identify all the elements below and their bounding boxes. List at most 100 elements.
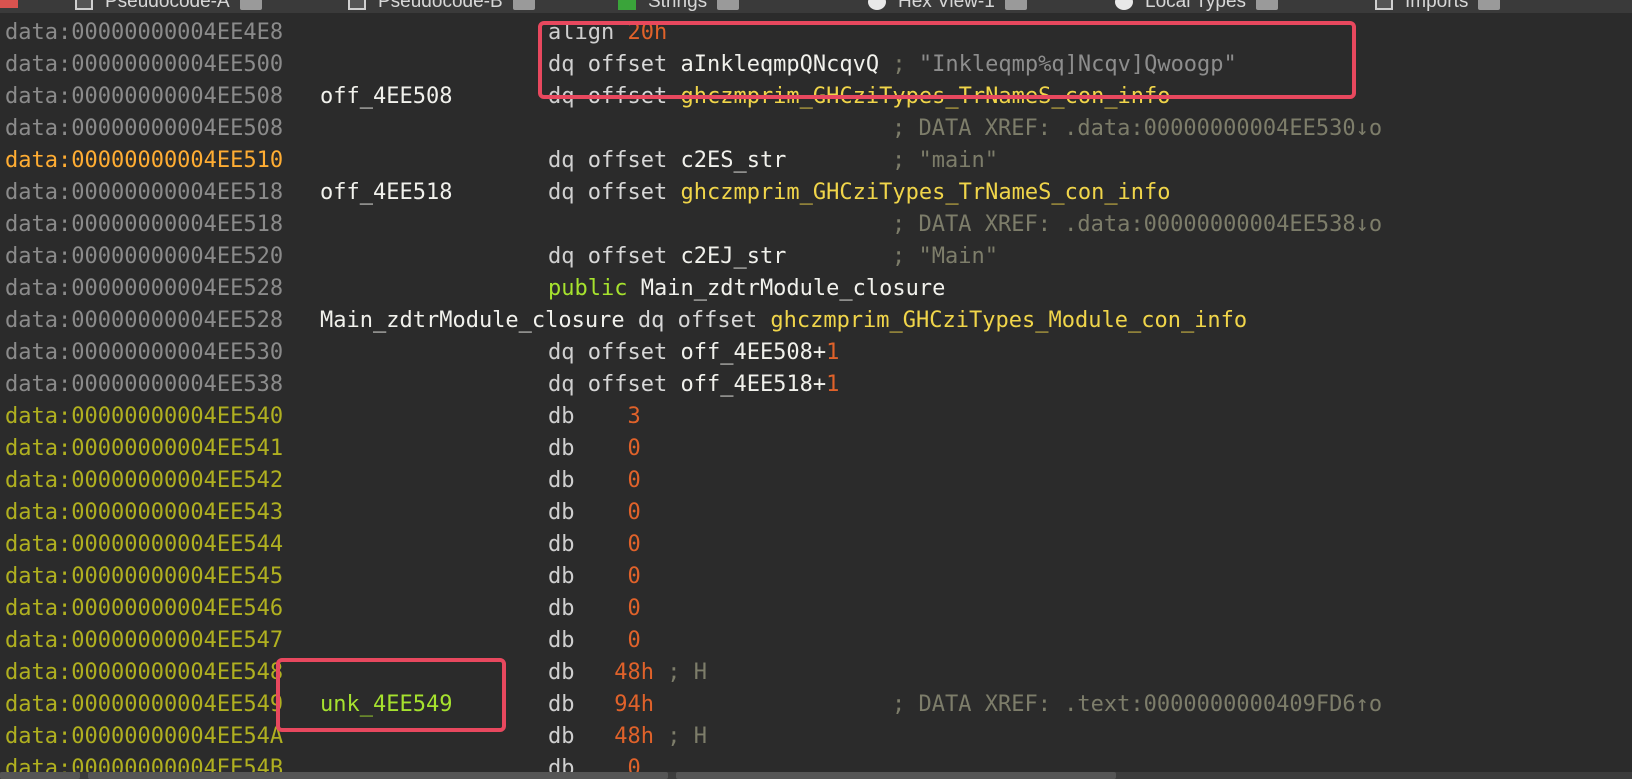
tab-imports[interactable]: Imports bbox=[1375, 0, 1501, 13]
listing-row[interactable]: data:00000000004EE508 off_4EE508 dq offset… bbox=[0, 81, 1632, 113]
close-icon[interactable] bbox=[512, 0, 535, 10]
tab-strings[interactable]: Strings bbox=[618, 0, 740, 13]
operand-part[interactable]: c2ES_str bbox=[680, 148, 786, 173]
address: data:00000000004EE548 bbox=[5, 660, 284, 685]
mnemonic: db bbox=[548, 468, 575, 493]
listing-row[interactable]: data:00000000004EE518 ; DATA XREF: .data:… bbox=[0, 209, 1632, 241]
operand-part[interactable]: + bbox=[813, 340, 826, 365]
instruction: dq offset off_4EE508+1 bbox=[548, 337, 839, 369]
operand-part[interactable]: ghczmprim_GHCziTypes_TrNameS_con_info bbox=[680, 84, 1170, 109]
code-label[interactable]: unk_4EE549 bbox=[320, 689, 452, 721]
mnemonic: db bbox=[548, 628, 575, 653]
disassembly-listing[interactable]: data:00000000004EE4E8 align 20h data:00000… bbox=[0, 17, 1632, 779]
tab-label: Pseudocode-A bbox=[105, 0, 230, 12]
operand-part[interactable]: ghczmprim_GHCziTypes_TrNameS_con_info bbox=[680, 180, 1170, 205]
close-icon[interactable] bbox=[1478, 0, 1501, 10]
instruction: db 94h bbox=[548, 689, 654, 721]
mnemonic: db bbox=[548, 596, 575, 621]
close-icon[interactable] bbox=[717, 0, 740, 10]
tab-hex-view-1[interactable]: Hex View-1 bbox=[868, 0, 1027, 13]
listing-row[interactable]: data:00000000004EE542 db 0 bbox=[0, 465, 1632, 497]
address: data:00000000004EE4E8 bbox=[5, 20, 284, 45]
listing-row[interactable]: data:00000000004EE528 public Main_zdtrMod… bbox=[0, 273, 1632, 305]
scrollbar-thumb[interactable] bbox=[88, 772, 668, 779]
mnemonic: align bbox=[548, 20, 615, 45]
operand-part: offset bbox=[587, 148, 681, 173]
listing-row[interactable]: data:00000000004EE528 Main_zdtrModule_clo… bbox=[0, 305, 1632, 337]
listing-row[interactable]: data:00000000004EE546 db 0 bbox=[0, 593, 1632, 625]
tab-label: Local Types bbox=[1145, 0, 1247, 12]
tab-pseudocode-b[interactable]: Pseudocode-B bbox=[348, 0, 535, 13]
mnemonic: db bbox=[548, 724, 575, 749]
instruction: dq offset c2EJ_str bbox=[548, 241, 786, 273]
mnemonic: dq bbox=[548, 52, 575, 77]
mnemonic: db bbox=[548, 500, 575, 525]
address: data:00000000004EE541 bbox=[5, 436, 284, 461]
listing-row[interactable]: data:00000000004EE549 unk_4EE549 db 94h ; D… bbox=[0, 689, 1632, 721]
listing-row[interactable]: data:00000000004EE510 dq offset c2ES_str;… bbox=[0, 145, 1632, 177]
horizontal-scrollbar[interactable] bbox=[0, 772, 1632, 779]
address: data:00000000004EE544 bbox=[5, 532, 284, 557]
operand-part: 0 bbox=[587, 500, 641, 525]
operand-part: 0 bbox=[587, 596, 641, 621]
xref-comment[interactable]: ; DATA XREF: .data:00000000004EE530↓o bbox=[892, 113, 1382, 145]
address: data:00000000004EE500 bbox=[5, 52, 284, 77]
pseudocode-icon bbox=[75, 0, 93, 10]
operand-part[interactable]: off_4EE518 bbox=[680, 372, 812, 397]
code-label[interactable]: off_4EE508 bbox=[320, 81, 452, 113]
instruction: db 0 bbox=[548, 465, 641, 497]
listing-row[interactable]: data:00000000004EE4E8 align 20h bbox=[0, 17, 1632, 49]
xref-comment[interactable]: ; DATA XREF: .data:00000000004EE538↓o bbox=[892, 209, 1382, 241]
mnemonic: dq bbox=[548, 84, 575, 109]
listing-row[interactable]: data:00000000004EE54A db 48h ; H bbox=[0, 721, 1632, 753]
operand-part[interactable]: c2EJ_str bbox=[680, 244, 786, 269]
tab-local-types[interactable]: Local Types bbox=[1115, 0, 1279, 13]
address: data:00000000004EE510 bbox=[5, 148, 284, 173]
address: data:00000000004EE518 bbox=[5, 180, 284, 205]
operand-part[interactable]: + bbox=[813, 372, 826, 397]
listing-row[interactable]: data:00000000004EE520 dq offset c2EJ_str;… bbox=[0, 241, 1632, 273]
close-icon[interactable] bbox=[1256, 0, 1279, 10]
scrollbar-segment[interactable] bbox=[0, 772, 80, 779]
close-icon[interactable] bbox=[1004, 0, 1027, 10]
listing-row[interactable]: data:00000000004EE540 db 3 bbox=[0, 401, 1632, 433]
listing-row[interactable]: data:00000000004EE518 off_4EE518 dq offset… bbox=[0, 177, 1632, 209]
operand-part: offset bbox=[587, 244, 681, 269]
active-tab-marker bbox=[0, 0, 18, 8]
imports-icon bbox=[1375, 0, 1393, 10]
mnemonic: db bbox=[548, 404, 575, 429]
instruction: dq offset off_4EE518+1 bbox=[548, 369, 839, 401]
close-icon[interactable] bbox=[239, 0, 262, 10]
mnemonic: db bbox=[548, 436, 575, 461]
listing-row[interactable]: data:00000000004EE538 dq offset off_4EE51… bbox=[0, 369, 1632, 401]
listing-row[interactable]: data:00000000004EE541 db 0 bbox=[0, 433, 1632, 465]
code-label[interactable]: off_4EE518 bbox=[320, 177, 452, 209]
operand-part[interactable]: Main_zdtrModule_closure bbox=[641, 276, 946, 301]
code-label[interactable]: Main_zdtrModule_closure dq offset ghczmp… bbox=[320, 305, 1247, 337]
mnemonic: db bbox=[548, 660, 575, 685]
scrollbar-segment[interactable] bbox=[676, 772, 1116, 779]
listing-row[interactable]: data:00000000004EE508 ; DATA XREF: .data:… bbox=[0, 113, 1632, 145]
listing-row[interactable]: data:00000000004EE530 dq offset off_4EE50… bbox=[0, 337, 1632, 369]
tab-pseudocode-a[interactable]: Pseudocode-A bbox=[75, 0, 262, 13]
listing-row[interactable]: data:00000000004EE500 dq offset aInkleqmp… bbox=[0, 49, 1632, 81]
listing-row[interactable]: data:00000000004EE548 db 48h ; H bbox=[0, 657, 1632, 689]
hex-view-icon bbox=[868, 0, 886, 10]
operand-part[interactable]: off_4EE508 bbox=[680, 340, 812, 365]
address: data:00000000004EE542 bbox=[5, 468, 284, 493]
line-comment: ; DATA XREF: .text:0000000000409FD6↑o bbox=[892, 692, 1383, 717]
listing-row[interactable]: data:00000000004EE547 db 0 bbox=[0, 625, 1632, 657]
listing-row[interactable]: data:00000000004EE543 db 0 bbox=[0, 497, 1632, 529]
operand-part[interactable]: ghczmprim_GHCziTypes_Module_con_info bbox=[770, 308, 1247, 333]
instruction: public Main_zdtrModule_closure bbox=[548, 273, 945, 305]
address: data:00000000004EE545 bbox=[5, 564, 284, 589]
listing-row[interactable]: data:00000000004EE544 db 0 bbox=[0, 529, 1632, 561]
line-comment: ; "Main" bbox=[892, 244, 998, 269]
operand-part: dq bbox=[624, 308, 678, 333]
listing-row[interactable]: data:00000000004EE545 db 0 bbox=[0, 561, 1632, 593]
mnemonic: dq bbox=[548, 372, 575, 397]
address: data:00000000004EE547 bbox=[5, 628, 284, 653]
address: data:00000000004EE546 bbox=[5, 596, 284, 621]
address: data:00000000004EE540 bbox=[5, 404, 284, 429]
operand-part[interactable]: aInkleqmpQNcqvQ bbox=[680, 52, 879, 77]
